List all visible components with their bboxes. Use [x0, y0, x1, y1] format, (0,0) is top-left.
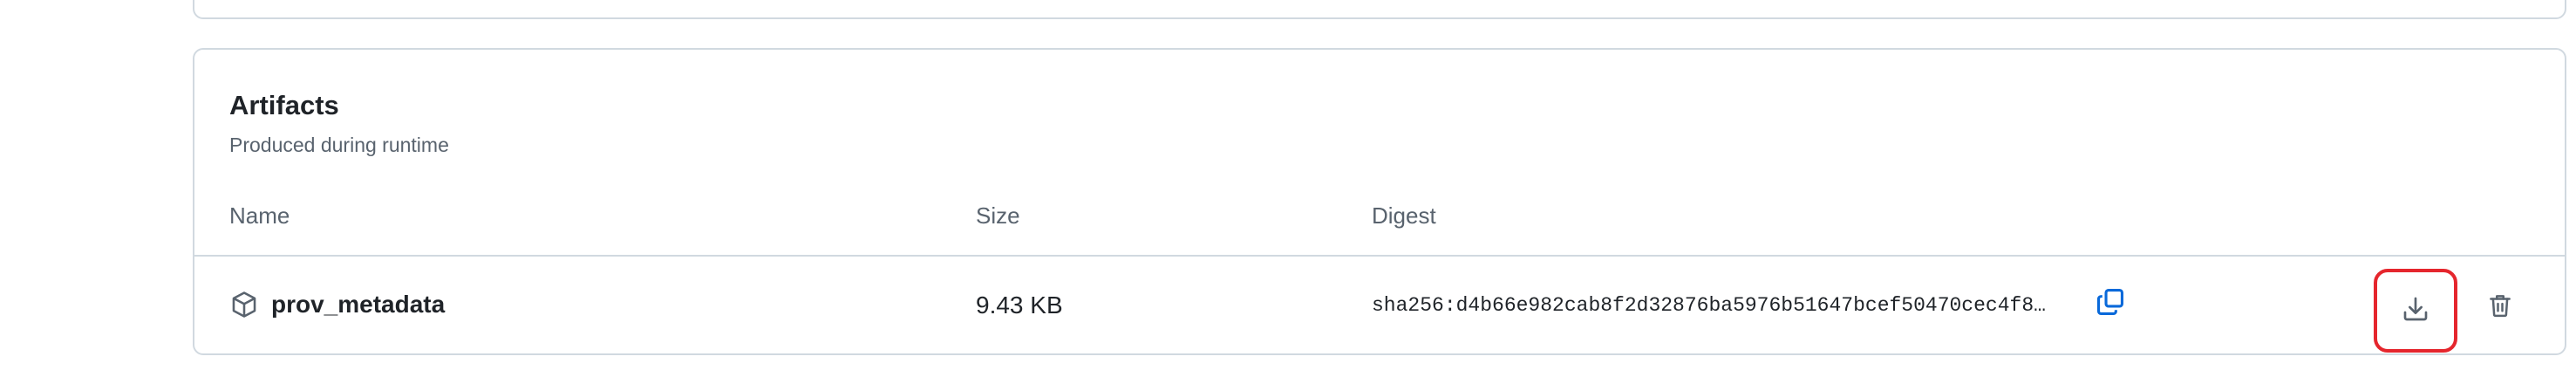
previous-card	[193, 0, 2566, 19]
copy-digest-button[interactable]	[2092, 285, 2129, 322]
artifact-digest: sha256:d4b66e982cab8f2d32876ba5976b51647…	[1372, 294, 2046, 317]
artifact-size: 9.43 KB	[976, 291, 1063, 319]
artifacts-card: Artifacts Produced during runtime Name S…	[193, 48, 2566, 355]
artifacts-title: Artifacts	[229, 90, 339, 120]
download-artifact-button[interactable]	[2374, 269, 2457, 353]
artifacts-subtitle: Produced during runtime	[229, 134, 449, 156]
artifact-name[interactable]: prov_metadata	[271, 291, 445, 319]
column-header-digest: Digest	[1372, 202, 1436, 229]
download-icon	[2402, 295, 2429, 327]
delete-artifact-button[interactable]	[2483, 290, 2518, 325]
column-header-size: Size	[976, 202, 1020, 229]
column-header-name: Name	[229, 202, 290, 229]
package-icon	[229, 290, 259, 319]
table-row: prov_metadata 9.43 KB sha256:d4b66e982ca…	[194, 257, 2565, 353]
copy-icon	[2096, 287, 2125, 321]
trash-icon	[2487, 291, 2513, 324]
